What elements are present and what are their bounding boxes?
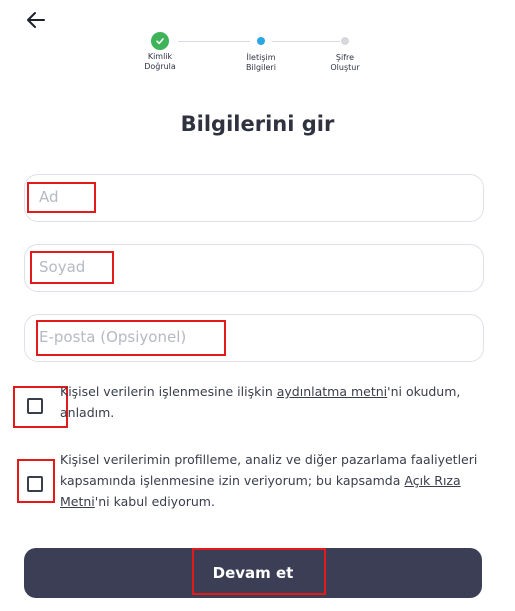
step-pending-dot [341, 37, 349, 45]
disclosure-link[interactable]: aydınlatma metni [277, 384, 387, 399]
continue-button[interactable]: Devam et [24, 548, 482, 598]
step-identity: Kimlik Doğrula [120, 30, 200, 72]
consent-marketing-text: Kişisel verilerimin profilleme, analiz v… [60, 449, 488, 512]
arrow-left-icon [27, 12, 45, 28]
check-icon [151, 32, 169, 50]
back-button[interactable] [24, 8, 48, 32]
email-field [24, 314, 484, 362]
step-active-dot [257, 37, 265, 45]
last-name-input[interactable] [39, 258, 459, 276]
first-name-field [24, 174, 484, 222]
step-password: Şifre Oluştur [305, 30, 385, 73]
step-label: Kimlik Doğrula [144, 52, 176, 71]
progress-stepper: Kimlik Doğrula İletişim Bilgileri Şifre … [120, 30, 400, 80]
first-name-input[interactable] [39, 188, 459, 206]
consent-disclosure-text: Kişisel verilerin işlenmesine ilişkin ay… [60, 381, 488, 423]
last-name-field [24, 244, 484, 292]
consent-marketing-checkbox[interactable] [27, 476, 43, 492]
consent-disclosure-checkbox[interactable] [27, 398, 43, 414]
step-label: Şifre Oluştur [330, 53, 360, 72]
email-input[interactable] [39, 328, 459, 346]
page-title: Bilgilerini gir [180, 112, 335, 136]
consent-text: 'ni kabul ediyorum. [94, 494, 215, 509]
consent-text: Kişisel verilerin işlenmesine ilişkin [60, 384, 277, 399]
step-contact: İletişim Bilgileri [221, 30, 301, 73]
continue-button-label: Devam et [212, 564, 294, 582]
step-label: İletişim Bilgileri [246, 53, 276, 72]
